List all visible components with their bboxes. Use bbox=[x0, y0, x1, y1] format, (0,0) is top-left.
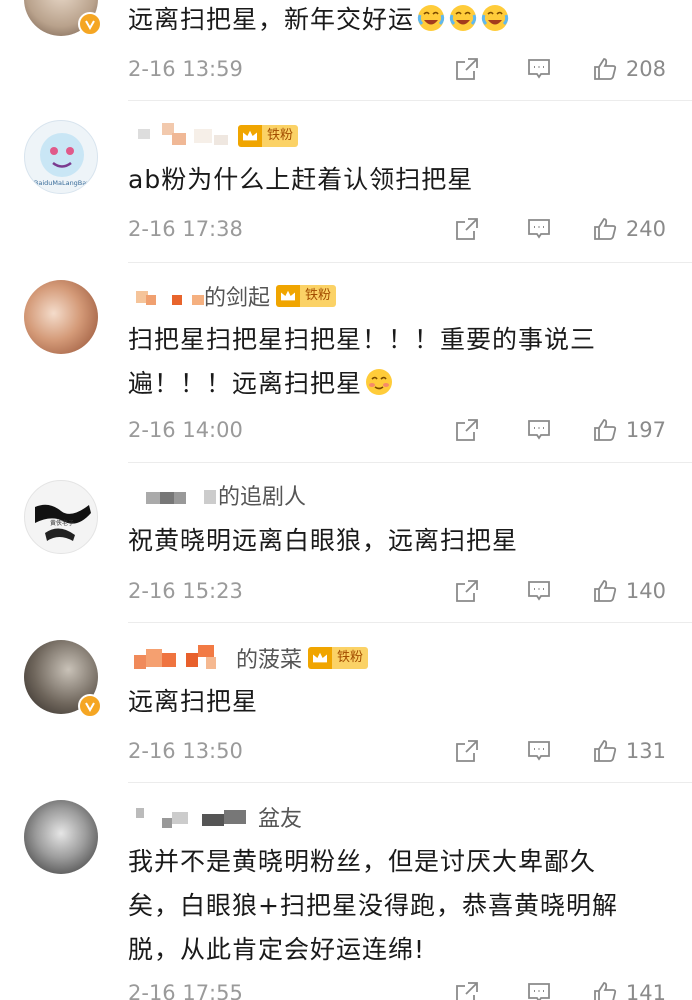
share-button[interactable] bbox=[454, 738, 480, 764]
thumbs-up-icon bbox=[594, 982, 617, 1000]
comment-text: 我并不是黄晓明粉丝，但是讨厌大卑鄙久 矣，白眼狼+扫把星没得跑，恭喜黄晓明解 脱… bbox=[128, 847, 618, 964]
username-row: 的剑起 铁粉 bbox=[132, 280, 337, 312]
username-row: 铁粉 bbox=[132, 121, 299, 151]
comment-meta: 2-16 14:00 197 bbox=[128, 413, 666, 447]
share-button[interactable] bbox=[454, 578, 480, 604]
like-button[interactable]: 140 bbox=[592, 578, 666, 604]
share-button[interactable] bbox=[454, 216, 480, 242]
fan-badge: 铁粉 bbox=[238, 125, 299, 147]
thumbs-up-icon bbox=[594, 218, 617, 240]
comment-icon bbox=[528, 219, 550, 239]
thumbs-up-icon bbox=[594, 740, 617, 762]
svg-text:BaiduMaLangBay: BaiduMaLangBay bbox=[34, 179, 90, 187]
like-count: 197 bbox=[625, 418, 666, 442]
username[interactable]: 的追剧人 bbox=[218, 479, 306, 511]
share-button[interactable] bbox=[454, 56, 480, 82]
divider bbox=[128, 262, 692, 263]
comment-time: 2-16 17:38 bbox=[128, 217, 243, 241]
divider bbox=[128, 100, 692, 101]
avatar[interactable] bbox=[24, 800, 98, 874]
comment-time: 2-16 15:23 bbox=[128, 579, 243, 603]
username-row: 的菠菜 铁粉 bbox=[132, 642, 369, 674]
divider bbox=[128, 622, 692, 623]
comment-icon bbox=[528, 581, 550, 601]
username-mosaic bbox=[132, 283, 204, 309]
reply-button[interactable] bbox=[526, 216, 552, 242]
crying-laughing-emoji-icon bbox=[449, 5, 477, 31]
like-button[interactable]: 240 bbox=[592, 216, 666, 242]
comment-text: 扫把星扫把星扫把星！！！重要的事说三 遍！！！远离扫把星 bbox=[128, 325, 597, 398]
reply-button[interactable] bbox=[526, 417, 552, 443]
username-row: 的追剧人 bbox=[132, 480, 306, 510]
share-icon bbox=[456, 580, 478, 602]
comment-text: 祝黄晓明远离白眼狼，远离扫把星 bbox=[128, 526, 519, 555]
comment-time: 2-16 14:00 bbox=[128, 418, 243, 442]
comment-time: 2-16 13:50 bbox=[128, 739, 243, 763]
comment-icon bbox=[528, 983, 550, 1000]
share-icon bbox=[456, 419, 478, 441]
username[interactable]: 的菠菜 bbox=[236, 642, 302, 674]
share-button[interactable] bbox=[454, 980, 480, 1000]
avatar[interactable]: 黄侠老子 bbox=[24, 480, 98, 554]
comment-meta: 2-16 13:59 208 bbox=[128, 52, 666, 86]
comment-meta: 2-16 13:50 131 bbox=[128, 734, 666, 768]
avatar[interactable]: BaiduMaLangBay bbox=[24, 120, 98, 194]
crying-laughing-emoji-icon bbox=[481, 5, 509, 31]
crown-icon bbox=[238, 125, 262, 147]
comment-meta: 2-16 17:38 240 bbox=[128, 212, 666, 246]
comment-meta: 2-16 17:55 141 bbox=[128, 976, 666, 1000]
share-icon bbox=[456, 982, 478, 1000]
comment-time: 2-16 17:55 bbox=[128, 981, 243, 1000]
username[interactable]: 盆友 bbox=[258, 801, 302, 833]
comment-time: 2-16 13:59 bbox=[128, 57, 243, 81]
fan-badge: 铁粉 bbox=[276, 285, 337, 307]
svg-text:黄侠老子: 黄侠老子 bbox=[50, 519, 74, 527]
like-button[interactable]: 208 bbox=[592, 56, 666, 82]
comment-meta: 2-16 15:23 140 bbox=[128, 574, 666, 608]
username-mosaic bbox=[132, 123, 232, 149]
username[interactable]: 的剑起 bbox=[204, 280, 270, 312]
reply-button[interactable] bbox=[526, 980, 552, 1000]
comment-icon bbox=[528, 420, 550, 440]
share-button[interactable] bbox=[454, 417, 480, 443]
blushing-emoji-icon bbox=[366, 369, 393, 395]
divider bbox=[128, 462, 692, 463]
thumbs-up-icon bbox=[594, 580, 617, 602]
reply-button[interactable] bbox=[526, 56, 552, 82]
username-mosaic bbox=[132, 804, 258, 830]
thumbs-up-icon bbox=[594, 58, 617, 80]
reply-button[interactable] bbox=[526, 738, 552, 764]
thumbs-up-icon bbox=[594, 419, 617, 441]
username-mosaic bbox=[132, 645, 236, 671]
like-button[interactable]: 197 bbox=[592, 417, 666, 443]
verified-badge-icon bbox=[78, 694, 102, 718]
username-mosaic bbox=[132, 482, 218, 508]
comment-text: ab粉为什么上赶着认领扫把星 bbox=[128, 165, 474, 194]
crown-icon bbox=[276, 285, 301, 307]
share-icon bbox=[456, 740, 478, 762]
share-icon bbox=[456, 218, 478, 240]
divider bbox=[128, 782, 692, 783]
like-count: 140 bbox=[625, 579, 666, 603]
comment-text: 远离扫把星，新年交好运 bbox=[128, 0, 652, 42]
username-row: 盆友 bbox=[132, 802, 302, 832]
reply-button[interactable] bbox=[526, 578, 552, 604]
like-count: 240 bbox=[625, 217, 666, 241]
like-count: 208 bbox=[625, 57, 666, 81]
comment-icon bbox=[528, 59, 550, 79]
crown-icon bbox=[308, 647, 333, 669]
fan-badge: 铁粉 bbox=[308, 647, 369, 669]
crying-laughing-emoji-icon bbox=[417, 5, 445, 31]
avatar[interactable] bbox=[24, 280, 98, 354]
like-count: 131 bbox=[625, 739, 666, 763]
like-button[interactable]: 131 bbox=[592, 738, 666, 764]
like-count: 141 bbox=[625, 981, 666, 1000]
share-icon bbox=[456, 58, 478, 80]
verified-badge-icon bbox=[78, 12, 102, 36]
like-button[interactable]: 141 bbox=[592, 980, 666, 1000]
comment-text: 远离扫把星 bbox=[128, 687, 259, 716]
comment-icon bbox=[528, 741, 550, 761]
